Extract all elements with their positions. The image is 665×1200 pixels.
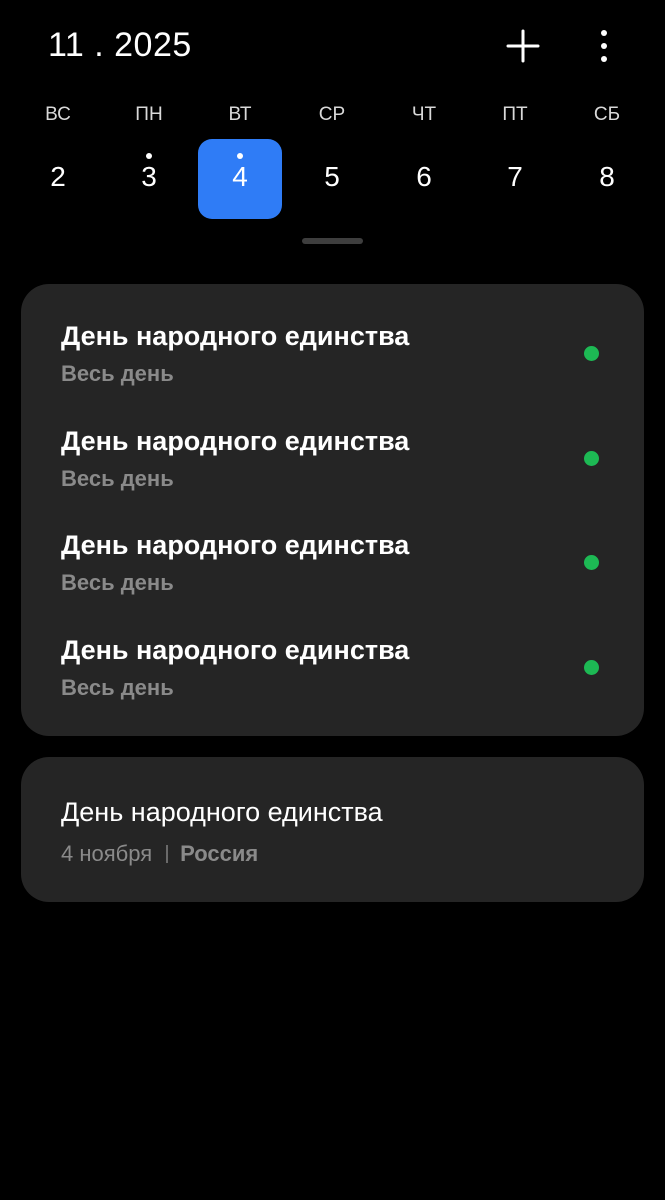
holiday-country: Россия xyxy=(180,841,259,866)
day-of-week-label: ВТ xyxy=(228,104,252,125)
day-of-week-label: СР xyxy=(318,104,346,125)
drag-handle[interactable] xyxy=(302,238,363,244)
holiday-card[interactable]: День народного единства 4 ноября Россия xyxy=(21,757,644,902)
holiday-title: День народного единства xyxy=(61,797,383,827)
day-of-week-label: ЧТ xyxy=(411,104,437,125)
date-number: 8 xyxy=(599,161,615,192)
event-item[interactable]: День народного единства Весь день xyxy=(21,598,644,700)
date-number: 5 xyxy=(324,161,340,192)
plus-icon xyxy=(506,29,540,63)
event-time: Весь день xyxy=(61,675,174,700)
add-event-button[interactable] xyxy=(499,22,547,70)
day-of-week-label: ПТ xyxy=(502,104,528,125)
holiday-meta: 4 ноября Россия xyxy=(61,841,258,867)
day-column-wed: СР 5 xyxy=(290,95,374,225)
event-color-dot xyxy=(584,660,599,675)
day-column-fri: ПТ 7 xyxy=(473,95,557,225)
day-of-week-label: СБ xyxy=(593,104,621,125)
event-indicator-dot xyxy=(146,153,152,159)
event-item[interactable]: День народного единства Весь день xyxy=(21,284,644,386)
event-title: День народного единства xyxy=(61,635,410,665)
event-title: День народного единства xyxy=(61,426,410,456)
event-color-dot xyxy=(584,555,599,570)
date-number: 4 xyxy=(232,161,248,192)
date-number: 3 xyxy=(141,161,157,192)
date-number: 7 xyxy=(507,161,523,192)
separator xyxy=(166,845,169,863)
date-cell-2[interactable]: 2 xyxy=(16,139,100,219)
date-cell-7[interactable]: 7 xyxy=(473,139,557,219)
event-color-dot xyxy=(584,451,599,466)
month-title[interactable]: 11 . 2025 xyxy=(48,26,192,65)
day-column-sat: СБ 8 xyxy=(565,95,649,225)
day-column-tue: ВТ 4 xyxy=(198,95,282,225)
events-list-card: День народного единства Весь день День н… xyxy=(21,284,644,736)
date-cell-3[interactable]: 3 xyxy=(107,139,191,219)
day-of-week-label: ВС xyxy=(45,104,71,125)
date-cell-8[interactable]: 8 xyxy=(565,139,649,219)
calendar-header: 11 . 2025 xyxy=(0,0,665,95)
date-cell-5[interactable]: 5 xyxy=(290,139,374,219)
date-cell-6[interactable]: 6 xyxy=(382,139,466,219)
date-number: 6 xyxy=(416,161,432,192)
event-time: Весь день xyxy=(61,570,174,595)
event-item[interactable]: День народного единства Весь день xyxy=(21,493,644,595)
event-time: Весь день xyxy=(61,361,174,386)
day-of-week-label: ПН xyxy=(135,104,163,125)
more-options-button[interactable] xyxy=(580,22,628,70)
holiday-date: 4 ноября xyxy=(61,841,153,866)
day-column-mon: ПН 3 xyxy=(107,95,191,225)
more-vertical-icon xyxy=(601,30,607,62)
day-column-thu: ЧТ 6 xyxy=(382,95,466,225)
event-color-dot xyxy=(584,346,599,361)
day-column-sun: ВС 2 xyxy=(16,95,100,225)
date-cell-4-selected[interactable]: 4 xyxy=(198,139,282,219)
event-item[interactable]: День народного единства Весь день xyxy=(21,389,644,491)
week-strip: ВС 2 ПН 3 ВТ 4 СР 5 ЧТ 6 ПТ 7 СБ 8 xyxy=(0,95,665,225)
event-time: Весь день xyxy=(61,466,174,491)
date-number: 2 xyxy=(50,161,66,192)
event-indicator-dot xyxy=(237,153,243,159)
event-title: День народного единства xyxy=(61,321,410,351)
event-title: День народного единства xyxy=(61,530,410,560)
